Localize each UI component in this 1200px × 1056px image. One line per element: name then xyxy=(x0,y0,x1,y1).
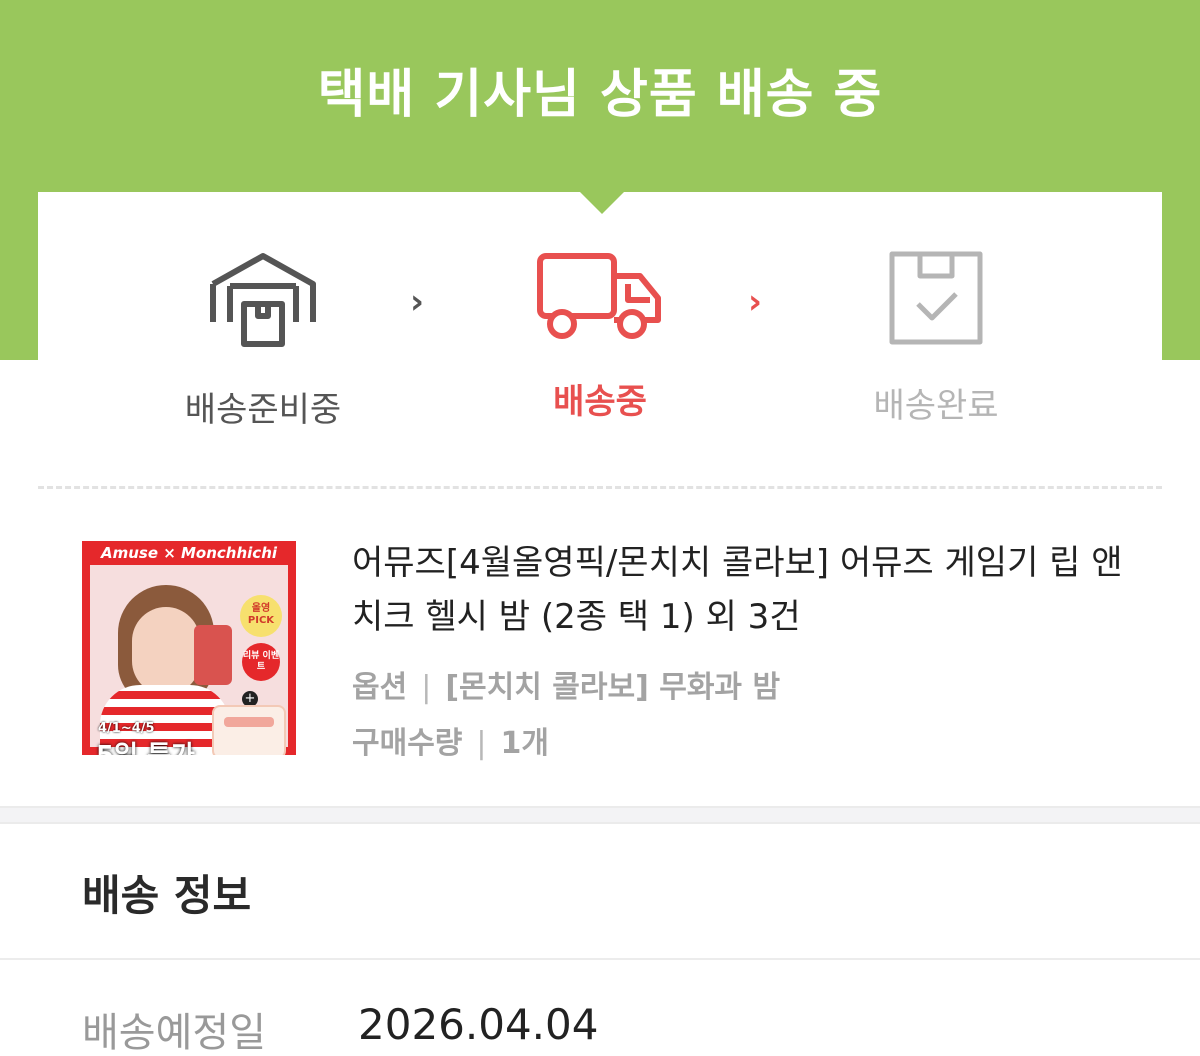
gift-tin xyxy=(212,705,286,755)
step-label-delivered: 배송완료 xyxy=(873,386,999,426)
product-name[interactable]: 어뮤즈[4월올영픽/몬치치 콜라보] 어뮤즈 게임기 립 앤 치크 헬시 밤 (… xyxy=(352,536,1132,644)
product-quantity-row: 구매수량 | 1개 xyxy=(352,718,549,762)
quantity-label: 구매수량 xyxy=(352,726,463,761)
step-delivered: 배송완료 xyxy=(806,250,1066,427)
thumbnail-brand: Amuse × Monchhichi xyxy=(100,544,278,562)
pick-badge: 올영 PICK xyxy=(240,595,282,637)
sale-date: 4/1~4/5 xyxy=(98,721,155,736)
status-pointer xyxy=(580,192,624,214)
step-arrow-icon: › xyxy=(748,282,763,322)
expected-date-label: 배송예정일 xyxy=(82,1010,266,1056)
product-option-row: 옵션 | [몬치치 콜라보] 무화과 밤 xyxy=(352,662,780,706)
step-preparing: 배송준비중 xyxy=(133,250,393,431)
option-value: [몬치치 콜라보] 무화과 밤 xyxy=(445,670,781,705)
product-thumbnail[interactable]: Amuse × Monchhichi 올영 PICK 리뷰 이벤트 + 4/1~… xyxy=(82,541,296,755)
option-label: 옵션 xyxy=(352,670,408,705)
section-gap xyxy=(0,806,1200,824)
quantity-separator: | xyxy=(476,726,487,761)
dashed-divider xyxy=(38,486,1162,489)
step-arrow-icon: › xyxy=(410,282,425,322)
delivery-truck-icon xyxy=(537,253,661,339)
step-label-in-transit: 배송중 xyxy=(553,382,647,422)
sale-text: 5일 특가 xyxy=(96,735,195,755)
shipping-info-title: 배송 정보 xyxy=(82,871,252,920)
page-title: 택배 기사님 상품 배송 중 xyxy=(317,65,883,125)
expected-date-value: 2026.04.04 xyxy=(358,1000,599,1049)
section-divider xyxy=(0,958,1200,960)
quantity-value: 1개 xyxy=(500,726,549,761)
step-in-transit: 배송중 xyxy=(470,250,730,423)
step-label-preparing: 배송준비중 xyxy=(184,390,342,430)
warehouse-icon xyxy=(210,253,316,347)
review-badge: 리뷰 이벤트 xyxy=(242,643,280,681)
thumbnail-photo: 올영 PICK 리뷰 이벤트 + 4/1~4/5 5일 특가 xyxy=(90,565,288,755)
option-separator: | xyxy=(421,670,432,705)
checked-box-icon xyxy=(889,251,983,345)
model-face xyxy=(132,607,200,695)
lip-product xyxy=(194,625,232,685)
